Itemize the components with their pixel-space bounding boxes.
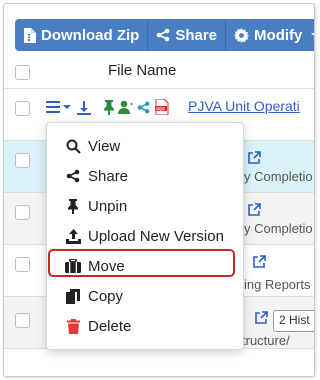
share-icon [157,28,170,42]
row-actions: PDF [46,99,169,115]
menu-item-label: Delete [88,317,132,335]
row-subtext: tructure/ [242,333,290,348]
download-icon[interactable] [77,100,91,115]
gear-icon [234,27,250,43]
external-link-icon[interactable] [247,151,261,165]
file-browser-panel: Download Zip Share Modify File Name PDF … [3,3,315,377]
caret-down-icon[interactable] [63,104,71,110]
pin-icon [104,99,114,115]
row-subtext: y Completio [244,221,313,236]
external-link-icon[interactable] [252,255,266,269]
upload-icon [65,228,81,244]
zip-file-icon [24,27,36,43]
file-name-column-header[interactable]: File Name [108,62,176,79]
pin-icon [68,198,78,214]
menu-item-label: View [88,137,121,155]
download-zip-label: Download Zip [41,26,140,44]
move-highlight-box [48,249,235,277]
menu-item-delete[interactable]: Delete [47,311,245,341]
row-checkbox[interactable] [15,101,30,116]
row-checkbox[interactable] [15,205,30,220]
menu-item-label: Copy [88,287,124,305]
menu-item-label: Share [88,167,129,185]
search-icon [66,139,81,154]
menu-item-copy[interactable]: Copy [47,281,245,311]
pdf-file-icon: PDF [155,99,169,115]
caret-down-icon [311,33,314,36]
menu-item-label: Unpin [88,197,128,215]
file-name-link[interactable]: PJVA Unit Operati [188,98,300,114]
menu-item-unpin[interactable]: Unpin [47,191,245,221]
share-icon [66,169,80,183]
menu-icon[interactable] [46,101,60,113]
row-subtext: y Completio [244,169,313,184]
share-icon [137,101,150,113]
trash-icon [66,318,80,334]
menu-item-view[interactable]: View [47,131,245,161]
share-button[interactable]: Share [148,19,227,51]
row-checkbox[interactable] [15,257,30,272]
menu-item-share[interactable]: Share [47,161,245,191]
select-all-checkbox[interactable] [15,65,30,80]
row-subtext: ing Reports [244,277,311,292]
external-link-icon[interactable] [247,203,261,217]
table-header: File Name [4,58,314,88]
download-zip-button[interactable]: Download Zip [15,19,149,51]
file-context-menu: View Share Unpin Upload New Version Move… [46,122,244,350]
copy-icon [66,288,80,304]
row-checkbox[interactable] [15,153,30,168]
share-label: Share [175,26,218,44]
user-icon [118,100,133,114]
table-row[interactable] [4,348,314,376]
toolbar: Download Zip Share Modify [15,19,314,51]
svg-text:PDF: PDF [156,106,165,111]
external-link-icon[interactable] [254,311,268,325]
modify-label: Modify [254,26,303,44]
modify-dropdown-button[interactable]: Modify [226,19,314,51]
menu-item-upload-new-version[interactable]: Upload New Version [47,221,245,251]
menu-item-label: Upload New Version [88,227,224,245]
history-badge[interactable]: 2 Hist [273,310,314,332]
row-checkbox[interactable] [15,313,30,328]
